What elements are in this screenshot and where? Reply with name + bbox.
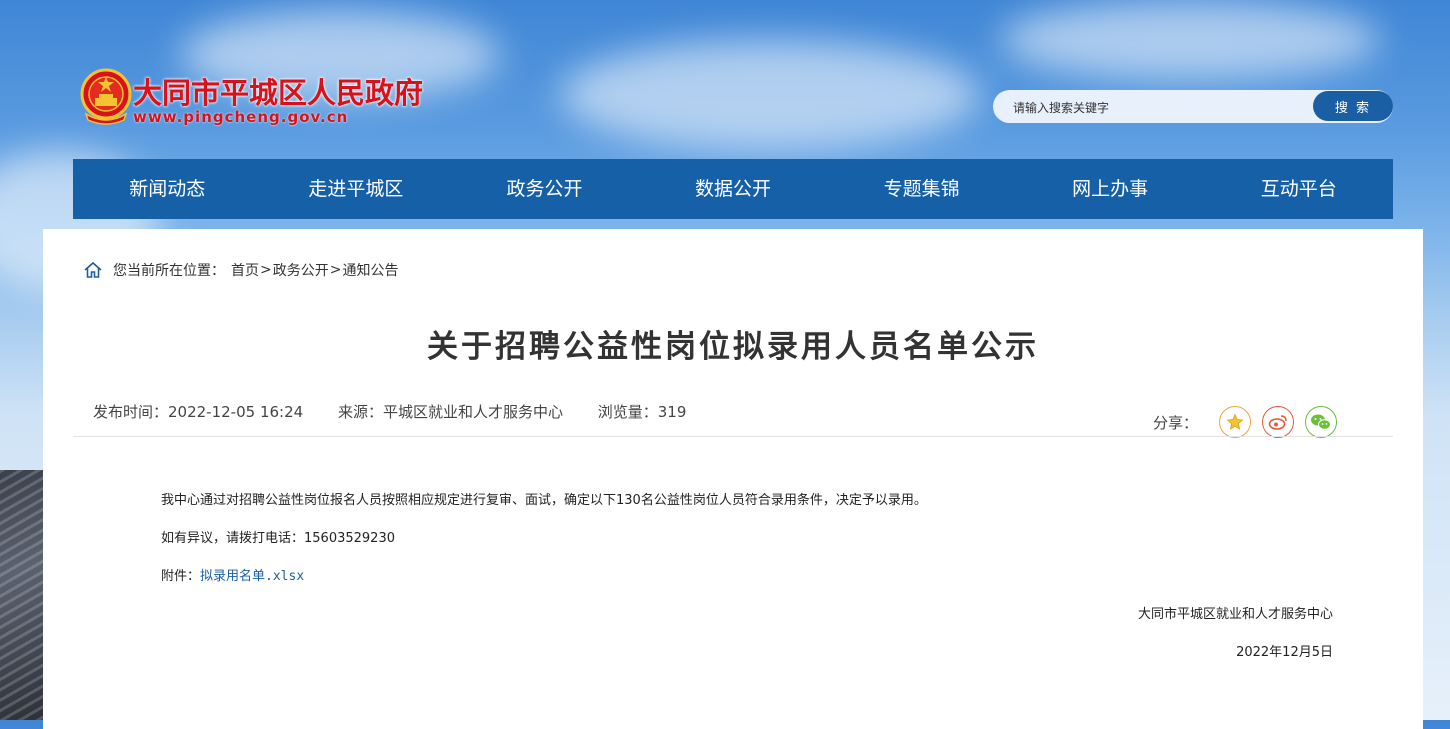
weibo-icon bbox=[1268, 415, 1287, 430]
roof-decoration bbox=[0, 470, 44, 720]
search-input[interactable] bbox=[1011, 90, 1305, 125]
breadcrumb-government-affairs[interactable]: 政务公开 bbox=[273, 260, 329, 280]
nav-item-government-affairs[interactable]: 政务公开 bbox=[450, 159, 639, 219]
favorite-share-button[interactable] bbox=[1219, 406, 1252, 438]
share-label: 分享： bbox=[1153, 413, 1199, 432]
view-count: 浏览量：319 bbox=[597, 403, 687, 421]
share-bar: 分享： bbox=[1153, 406, 1338, 438]
article-paragraph: 如有异议，请拨打电话：15603529230 bbox=[161, 531, 395, 546]
nav-item-interaction[interactable]: 互动平台 bbox=[1204, 159, 1393, 219]
main-nav: 新闻动态 走进平城区 政务公开 数据公开 专题集锦 网上办事 互动平台 bbox=[73, 159, 1393, 219]
signature-date: 2022年12月5日 bbox=[1236, 645, 1333, 660]
publish-time: 发布时间：2022-12-05 16:24 bbox=[93, 403, 304, 421]
signature-org: 大同市平城区就业和人才服务中心 bbox=[1137, 607, 1333, 622]
article-title: 关于招聘公益性岗位拟录用人员名单公示 bbox=[427, 329, 1039, 365]
wechat-icon bbox=[1311, 414, 1332, 430]
meta-divider bbox=[73, 436, 1393, 437]
search-button[interactable]: 搜 索 bbox=[1313, 91, 1393, 121]
nav-item-online-services[interactable]: 网上办事 bbox=[1016, 159, 1205, 219]
nav-item-news[interactable]: 新闻动态 bbox=[73, 159, 262, 219]
article-signature: 大同市平城区就业和人才服务中心 2022年12月5日 bbox=[1138, 605, 1333, 681]
breadcrumb: 您当前所在位置： 首页 > 政务公开 > 通知公告 bbox=[83, 259, 398, 281]
attachment-label: 附件： bbox=[161, 569, 201, 584]
article-body: 我中心通过对招聘公益性岗位报名人员按照相应规定进行复审、面试，确定以下130名公… bbox=[161, 491, 927, 605]
article-meta: 发布时间：2022-12-05 16:24 来源：平城区就业和人才服务中心 浏览… bbox=[93, 401, 716, 422]
cloud-decoration bbox=[560, 40, 980, 150]
nav-item-about-district[interactable]: 走进平城区 bbox=[262, 159, 451, 219]
search-box: 搜 索 bbox=[993, 90, 1393, 125]
home-icon bbox=[84, 261, 102, 278]
attachment-row: 附件：拟录用名单.xlsx bbox=[161, 567, 927, 587]
cloud-decoration bbox=[1000, 0, 1380, 80]
breadcrumb-separator: > bbox=[329, 262, 342, 278]
national-emblem-logo[interactable] bbox=[80, 68, 132, 126]
star-icon bbox=[1226, 413, 1244, 430]
article-source: 来源：平城区就业和人才服务中心 bbox=[337, 403, 563, 421]
nav-item-open-data[interactable]: 数据公开 bbox=[639, 159, 828, 219]
nav-item-special-topics[interactable]: 专题集锦 bbox=[827, 159, 1016, 219]
attachment-link[interactable]: 拟录用名单.xlsx bbox=[200, 569, 304, 584]
breadcrumb-separator: > bbox=[260, 262, 272, 278]
breadcrumb-home[interactable]: 首页 bbox=[231, 260, 259, 280]
breadcrumb-prefix: 您当前所在位置： bbox=[113, 263, 225, 279]
wechat-share-button[interactable] bbox=[1305, 406, 1338, 438]
content-panel: 您当前所在位置： 首页 > 政务公开 > 通知公告 关于招聘公益性岗位拟录用人员… bbox=[43, 229, 1423, 729]
site-url[interactable]: www.pingcheng.gov.cn bbox=[133, 108, 348, 126]
breadcrumb-notices[interactable]: 通知公告 bbox=[342, 260, 398, 280]
article-paragraph: 我中心通过对招聘公益性岗位报名人员按照相应规定进行复审、面试，确定以下130名公… bbox=[161, 493, 927, 508]
weibo-share-button[interactable] bbox=[1262, 406, 1295, 438]
site-title[interactable]: 大同市平城区人民政府 bbox=[133, 70, 423, 112]
